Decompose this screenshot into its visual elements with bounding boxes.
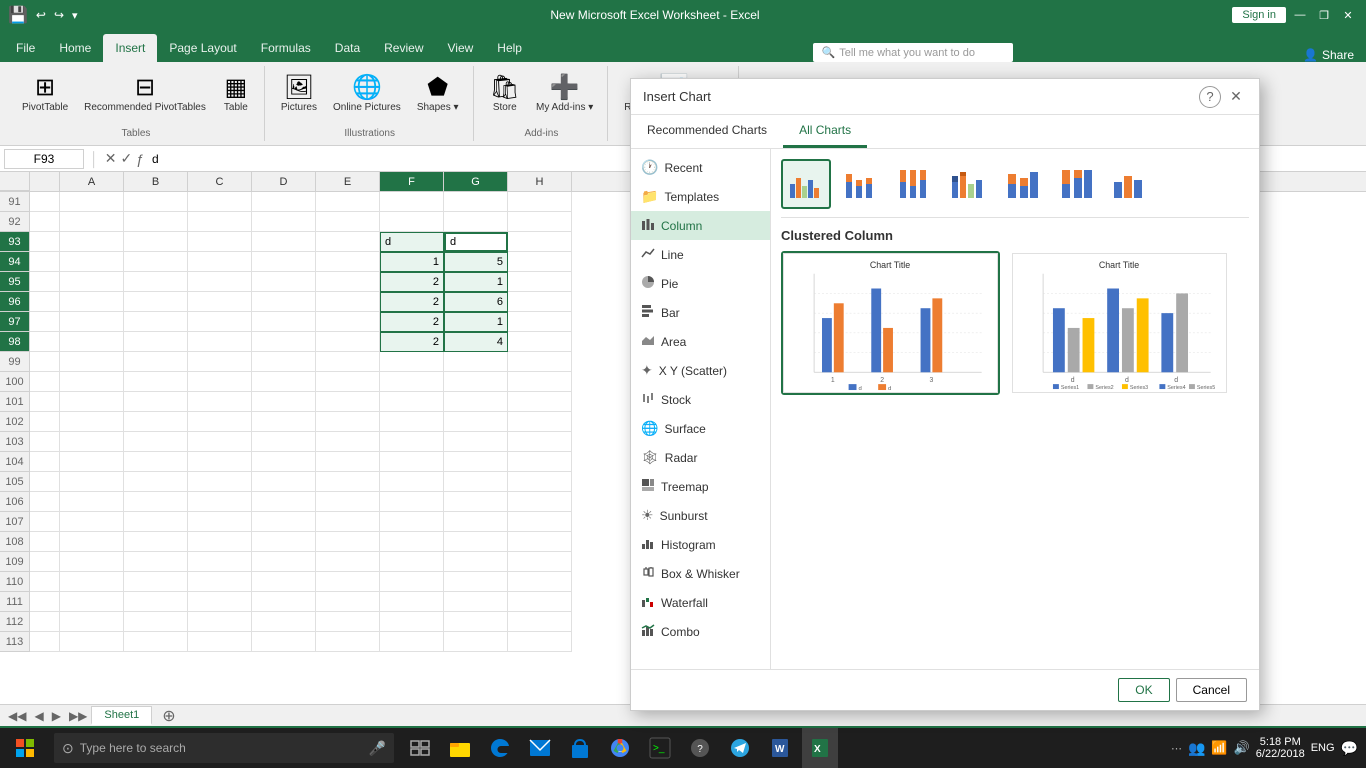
sidebar-chart-scatter[interactable]: ✦ X Y (Scatter) xyxy=(631,356,770,385)
sidebar-chart-radar[interactable]: 🕸 Radar xyxy=(631,443,770,472)
sidebar-chart-area[interactable]: Area xyxy=(631,327,770,356)
sidebar-chart-box-whisker[interactable]: Box & Whisker xyxy=(631,559,770,588)
chart-type-100-stacked-column[interactable] xyxy=(889,159,939,209)
line-chart-icon xyxy=(641,246,655,263)
selected-chart-name: Clustered Column xyxy=(781,228,1249,243)
sidebar-chart-recent[interactable]: 🕐 Recent xyxy=(631,153,770,182)
dialog-footer: OK Cancel xyxy=(631,669,1259,710)
svg-text:Series2: Series2 xyxy=(1095,385,1113,391)
sidebar-chart-templates[interactable]: 📁 Templates xyxy=(631,182,770,211)
sidebar-chart-bar[interactable]: Bar xyxy=(631,298,770,327)
sidebar-chart-stock[interactable]: Stock xyxy=(631,385,770,414)
area-chart-icon xyxy=(641,333,655,350)
stock-chart-icon xyxy=(641,391,655,408)
combo-chart-icon xyxy=(641,623,655,640)
dialog-tab-recommended[interactable]: Recommended Charts xyxy=(631,115,783,148)
chart-type-icons-row xyxy=(781,159,1249,218)
svg-text:d: d xyxy=(858,386,861,392)
pie-chart-icon xyxy=(641,275,655,292)
sidebar-chart-treemap[interactable]: Treemap xyxy=(631,472,770,501)
sidebar-chart-sunburst[interactable]: ☀ Sunburst xyxy=(631,501,770,530)
svg-text:Series5: Series5 xyxy=(1197,385,1215,391)
svg-text:d: d xyxy=(1125,377,1129,384)
dialog-close-button[interactable]: ✕ xyxy=(1225,86,1247,108)
dialog-title-text: Insert Chart xyxy=(643,89,711,104)
svg-text:d: d xyxy=(888,386,891,392)
svg-text:Series1: Series1 xyxy=(1061,385,1079,391)
chart-previews: Chart Title xyxy=(781,251,1249,395)
chart-type-clustered-column[interactable] xyxy=(781,159,831,209)
sidebar-chart-surface[interactable]: 🌐 Surface xyxy=(631,414,770,443)
chart-type-3d-100-stacked[interactable] xyxy=(1051,159,1101,209)
svg-text:Series4: Series4 xyxy=(1167,385,1185,391)
dialog-overlay: Insert Chart ? ✕ Recommended Charts All … xyxy=(0,0,1366,768)
chart-type-3d-clustered[interactable] xyxy=(943,159,993,209)
ok-button[interactable]: OK xyxy=(1118,678,1169,702)
dialog-title-icons: ? ✕ xyxy=(1199,86,1247,108)
svg-text:Chart Title: Chart Title xyxy=(870,260,910,270)
dialog-chart-content: Clustered Column Chart Title xyxy=(771,149,1259,669)
bar-chart-icon xyxy=(641,304,655,321)
waterfall-icon xyxy=(641,594,655,611)
box-whisker-icon xyxy=(641,565,655,582)
dialog-help-button[interactable]: ? xyxy=(1199,86,1221,108)
chart-type-stacked-column[interactable] xyxy=(835,159,885,209)
svg-text:2: 2 xyxy=(880,377,884,384)
svg-text:1: 1 xyxy=(831,377,835,384)
recent-icon: 🕐 xyxy=(641,159,658,176)
templates-icon: 📁 xyxy=(641,188,658,205)
dialog-sidebar: 🕐 Recent 📁 Templates Column xyxy=(631,149,771,669)
svg-text:Series3: Series3 xyxy=(1130,385,1148,391)
chart-type-3d-column[interactable] xyxy=(1105,159,1155,209)
chart-preview-2[interactable]: Chart Title xyxy=(1010,251,1229,395)
sidebar-chart-column[interactable]: Column xyxy=(631,211,770,240)
dialog-tab-all[interactable]: All Charts xyxy=(783,115,867,148)
surface-chart-icon: 🌐 xyxy=(641,420,658,437)
treemap-chart-icon xyxy=(641,478,655,495)
cancel-button[interactable]: Cancel xyxy=(1176,678,1247,702)
chart-preview-1[interactable]: Chart Title xyxy=(781,251,1000,395)
insert-chart-dialog: Insert Chart ? ✕ Recommended Charts All … xyxy=(630,78,1260,711)
dialog-title-bar: Insert Chart ? ✕ xyxy=(631,79,1259,115)
sidebar-chart-histogram[interactable]: Histogram xyxy=(631,530,770,559)
column-chart-icon xyxy=(641,217,655,234)
sidebar-chart-pie[interactable]: Pie xyxy=(631,269,770,298)
svg-text:d: d xyxy=(1174,377,1178,384)
scatter-chart-icon: ✦ xyxy=(641,362,653,379)
dialog-body: 🕐 Recent 📁 Templates Column xyxy=(631,149,1259,669)
dialog-tabs: Recommended Charts All Charts xyxy=(631,115,1259,149)
sunburst-chart-icon: ☀ xyxy=(641,507,654,524)
chart-type-3d-stacked[interactable] xyxy=(997,159,1047,209)
svg-text:d: d xyxy=(1071,377,1075,384)
svg-text:3: 3 xyxy=(929,377,933,384)
sidebar-chart-waterfall[interactable]: Waterfall xyxy=(631,588,770,617)
svg-text:Chart Title: Chart Title xyxy=(1099,260,1139,270)
sidebar-chart-line[interactable]: Line xyxy=(631,240,770,269)
histogram-icon xyxy=(641,536,655,553)
sidebar-chart-combo[interactable]: Combo xyxy=(631,617,770,646)
radar-chart-icon: 🕸 xyxy=(641,449,659,466)
